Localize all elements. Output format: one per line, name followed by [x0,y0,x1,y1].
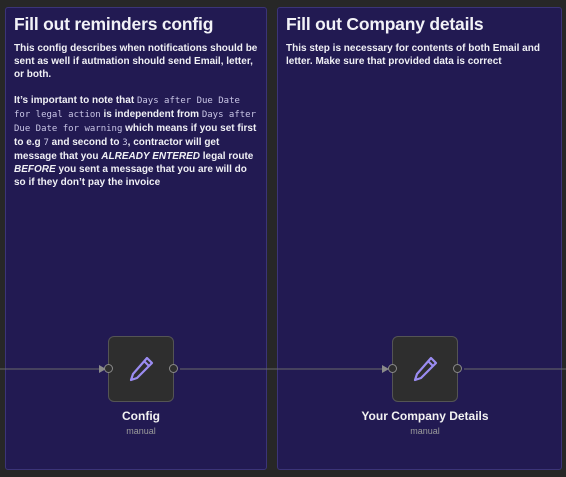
node-config[interactable] [104,336,178,402]
output-handle[interactable] [453,364,462,373]
node-subtitle: manual [410,426,440,436]
connection-lines [0,365,566,373]
input-handle[interactable] [104,364,113,373]
output-handle[interactable] [169,364,178,373]
pencil-icon [413,356,438,382]
node-title: Your Company Details [361,409,489,423]
pencil-icon [129,356,154,382]
input-handle[interactable] [388,364,397,373]
node-subtitle: manual [126,426,156,436]
node-title: Config [122,409,160,423]
workflow-canvas[interactable]: Fill out reminders config This config de… [0,0,566,477]
node-your-company-details[interactable] [388,336,462,402]
